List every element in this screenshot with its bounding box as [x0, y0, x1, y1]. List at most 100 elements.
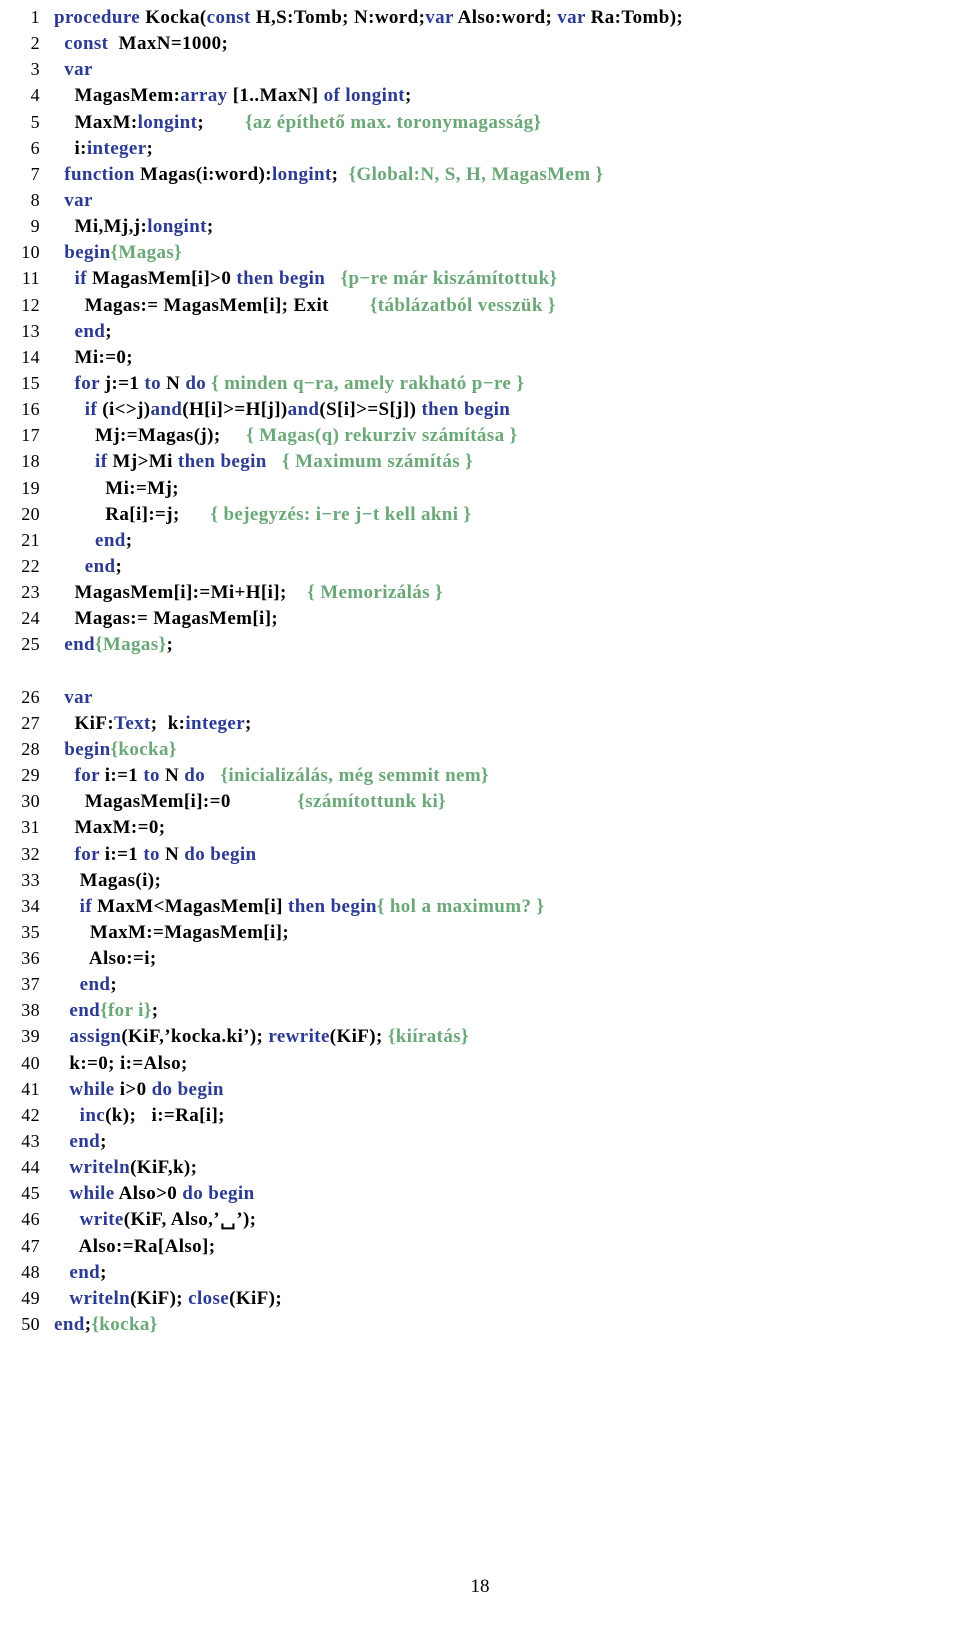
- code-line-text: Magas:= MagasMem[i];: [54, 608, 278, 629]
- code-line-text: write(KiF, Also,’␣’);: [54, 1209, 256, 1230]
- line-number: 13: [21, 320, 40, 341]
- line-number: 19: [21, 477, 40, 498]
- code-token-kw: var: [64, 189, 93, 211]
- line-number: 30: [21, 791, 40, 812]
- code-token-kw: assign: [69, 1026, 122, 1048]
- code-token-id: [54, 1079, 69, 1100]
- code-token-id: [54, 1131, 69, 1152]
- code-token-id: [54, 1026, 69, 1047]
- line-number: 6: [30, 137, 40, 158]
- line-number: 8: [30, 189, 40, 210]
- code-token-id: [54, 634, 64, 655]
- code-line-text: writeln(KiF,k);: [54, 1157, 197, 1178]
- code-line: 50 end;{kocka}: [0, 1311, 960, 1337]
- code-token-id: k:=0; i:=Also;: [54, 1052, 188, 1074]
- code-token-id: (k); i:=Ra[i];: [105, 1104, 225, 1126]
- code-token-id: i:=1: [99, 843, 144, 865]
- code-token-cm: {kiíratás}: [387, 1026, 469, 1048]
- code-token-id: (KiF);: [130, 1287, 189, 1309]
- code-token-kw: begin: [64, 738, 111, 760]
- code-line-text: end;: [54, 1131, 107, 1152]
- code-line: 24 Magas:= MagasMem[i];: [0, 605, 960, 631]
- code-token-kw: do: [151, 1078, 173, 1100]
- code-token-id: i>0: [114, 1078, 152, 1100]
- code-token-id: [205, 765, 220, 786]
- code-token-id: ;: [405, 85, 412, 107]
- code-token-kw: begin: [208, 1183, 255, 1205]
- code-token-id: [54, 1157, 69, 1178]
- code-line-text: Also:=i;: [54, 948, 157, 969]
- code-token-kw: const: [64, 33, 109, 55]
- line-number: 43: [21, 1131, 40, 1152]
- code-line-text: MagasMem[i]:=Mi+H[i]; { Memorizálás }: [54, 582, 443, 603]
- code-token-id: H,S:Tomb; N:word;: [250, 7, 426, 28]
- code-line-text: procedure Kocka(const H,S:Tomb; N:word;v…: [54, 7, 683, 28]
- code-line: 20 Ra[i]:=j; { bejegyzés: i−re j−t kell …: [0, 501, 960, 527]
- code-token-id: Mj:=Magas(j);: [54, 425, 247, 447]
- code-token-id: [54, 896, 80, 917]
- code-line-text: Also:=Ra[Also];: [54, 1236, 215, 1257]
- line-number: 20: [21, 503, 40, 524]
- code-line: 5 MaxM:longint; {az építhető max. torony…: [0, 109, 960, 135]
- code-line: 12 Magas:= MagasMem[i]; Exit {táblázatbó…: [0, 292, 960, 318]
- code-token-kw: end: [69, 1261, 101, 1283]
- code-token-id: [54, 530, 95, 551]
- code-token-kw: end: [69, 1000, 101, 1022]
- code-token-id: [54, 33, 64, 54]
- code-token-id: [54, 164, 64, 185]
- line-number: 10: [21, 242, 40, 263]
- code-line: 44 writeln(KiF,k);: [0, 1154, 960, 1180]
- line-number: 17: [21, 425, 40, 446]
- code-token-cm: {Magas}: [94, 634, 167, 656]
- line-number: 11: [21, 268, 40, 289]
- code-token-kw: writeln: [69, 1287, 131, 1309]
- code-line: 16 if (i<>j)and(H[i]>=H[j])and(S[i]>=S[j…: [0, 396, 960, 422]
- code-line-text: if MagasMem[i]>0 then begin {p−re már ki…: [54, 268, 558, 290]
- code-line: 42 inc(k); i:=Ra[i];: [0, 1102, 960, 1128]
- line-number: 15: [21, 372, 40, 393]
- code-token-st: ’␣’: [213, 1209, 243, 1231]
- code-token-id: (S[i]>=S[j]): [319, 399, 422, 421]
- code-token-id: Magas(i);: [54, 869, 162, 891]
- code-token-kw: begin: [220, 451, 267, 473]
- code-token-kw: end: [79, 974, 111, 996]
- code-token-kw: then: [236, 268, 274, 290]
- code-token-kw: longint: [345, 85, 405, 107]
- code-line: 46 write(KiF, Also,’␣’);: [0, 1206, 960, 1232]
- code-token-id: [54, 974, 80, 995]
- line-number: 37: [21, 974, 40, 995]
- code-token-kw: procedure: [54, 7, 141, 28]
- code-token-id: [54, 1288, 69, 1309]
- line-number: 48: [21, 1261, 40, 1282]
- code-token-kw: to: [143, 843, 160, 865]
- line-number: 14: [21, 346, 40, 367]
- code-token-kw: begin: [177, 1078, 224, 1100]
- code-line-text: MagasMem[i]:=0 {számítottunk ki}: [54, 791, 446, 812]
- line-number: 7: [30, 163, 40, 184]
- code-token-id: MaxN=1000;: [108, 33, 229, 55]
- code-token-id: MaxM:=MagasMem[i];: [54, 921, 290, 943]
- code-line: 13 end;: [0, 318, 960, 344]
- line-number: 39: [21, 1026, 40, 1047]
- code-line: 21 end;: [0, 527, 960, 553]
- code-token-id: (KiF,: [121, 1026, 165, 1048]
- code-token-cm: {for i}: [100, 1000, 152, 1022]
- code-token-id: ;: [100, 1131, 107, 1153]
- code-line: 40 k:=0; i:=Also;: [0, 1050, 960, 1076]
- code-token-id: (KiF, Also,: [123, 1209, 214, 1231]
- code-line: 48 end;: [0, 1259, 960, 1285]
- code-token-kw: var: [425, 7, 454, 28]
- code-token-id: ;: [146, 137, 154, 159]
- code-token-kw: if: [74, 268, 87, 290]
- code-line-text: Magas:= MagasMem[i]; Exit {táblázatból v…: [54, 295, 556, 316]
- code-token-kw: end: [54, 1314, 85, 1336]
- code-token-kw: begin: [278, 268, 326, 290]
- line-number: 42: [21, 1104, 40, 1125]
- code-token-id: [267, 451, 282, 472]
- code-token-kw: array: [180, 85, 228, 107]
- code-token-cm: {számítottunk ki}: [297, 791, 447, 813]
- code-token-cm: {kocka}: [110, 738, 177, 760]
- code-token-kw: const: [206, 7, 251, 28]
- code-token-kw: longint: [147, 216, 207, 238]
- code-line: 27 KiF:Text; k:integer;: [0, 710, 960, 736]
